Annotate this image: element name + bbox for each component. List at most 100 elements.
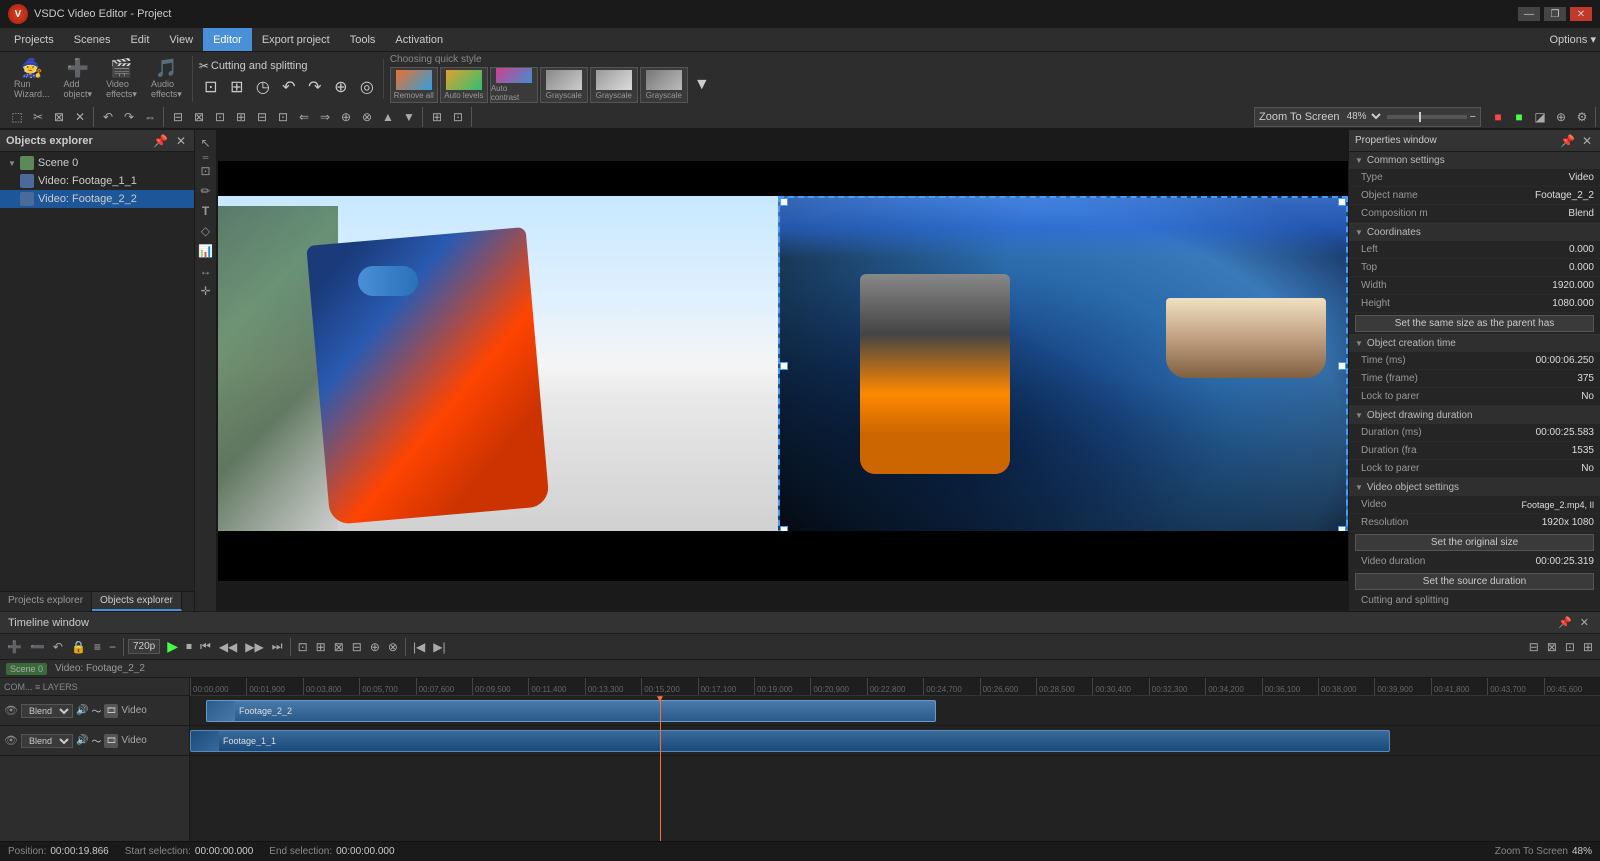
grayscale-btn-3[interactable]: Grayscale bbox=[640, 67, 688, 103]
green-view-btn[interactable]: ■ bbox=[1509, 107, 1529, 127]
add-object-button[interactable]: ➕ Addobject▾ bbox=[58, 56, 99, 102]
dist-h[interactable]: ⇐ bbox=[294, 107, 314, 127]
pointer-tool[interactable]: ↖ bbox=[197, 134, 215, 152]
step-back-btn[interactable]: ◀◀ bbox=[216, 638, 240, 656]
undo-btn[interactable]: ↶ bbox=[98, 107, 118, 127]
tl-layers-btn[interactable]: ≡ bbox=[91, 638, 104, 656]
coordinates-header[interactable]: ▼ Coordinates bbox=[1349, 224, 1600, 241]
flip-h-btn[interactable]: ⇔ bbox=[140, 107, 160, 127]
common-settings-header[interactable]: ▼ Common settings bbox=[1349, 152, 1600, 169]
align-center[interactable]: ⊠ bbox=[189, 107, 209, 127]
move-tool-2[interactable]: ✛ bbox=[197, 282, 215, 300]
handle-mr[interactable] bbox=[1338, 362, 1346, 370]
restore-button[interactable]: ❐ bbox=[1544, 7, 1566, 21]
creation-time-header[interactable]: ▼ Object creation time bbox=[1349, 335, 1600, 352]
tree-item-footage1[interactable]: Video: Footage_1_1 bbox=[0, 172, 194, 190]
edit-tool4[interactable]: ⊕ bbox=[329, 75, 353, 99]
handle-tl[interactable] bbox=[780, 198, 788, 206]
track2-eye[interactable]: 👁 bbox=[4, 734, 18, 747]
tl-add-btn[interactable]: ➕ bbox=[4, 638, 25, 656]
video-settings-header[interactable]: ▼ Video object settings bbox=[1349, 479, 1600, 496]
transform-tool[interactable]: ↔ bbox=[197, 262, 215, 280]
menu-activation[interactable]: Activation bbox=[385, 28, 453, 51]
play-btn[interactable]: ▶ bbox=[164, 636, 181, 657]
set-original-btn[interactable]: Set the original size bbox=[1355, 534, 1594, 551]
quality-selector[interactable]: 720p bbox=[128, 639, 160, 654]
view-btn-4[interactable]: ⊕ bbox=[1551, 107, 1571, 127]
menu-projects[interactable]: Projects bbox=[4, 28, 64, 51]
tab-projects-explorer[interactable]: Projects explorer bbox=[0, 592, 92, 611]
tl-tool2[interactable]: ⊞ bbox=[313, 638, 329, 656]
tl-view2[interactable]: ⊠ bbox=[1544, 638, 1560, 656]
menu-tools[interactable]: Tools bbox=[340, 28, 386, 51]
backward-btn[interactable]: ▼ bbox=[399, 107, 419, 127]
select-tool[interactable]: ⬚ bbox=[7, 107, 27, 127]
tl-view1[interactable]: ⊟ bbox=[1526, 638, 1542, 656]
prev-btn[interactable]: ⏮ bbox=[197, 637, 214, 656]
tree-item-scene[interactable]: ▼ Scene 0 bbox=[0, 154, 194, 172]
view-btn-3[interactable]: ◪ bbox=[1530, 107, 1550, 127]
align-mid[interactable]: ⊟ bbox=[252, 107, 272, 127]
menu-edit[interactable]: Edit bbox=[120, 28, 159, 51]
audio-effects-button[interactable]: 🎵 Audioeffects▾ bbox=[145, 56, 188, 102]
handle-ml[interactable] bbox=[780, 362, 788, 370]
align-left[interactable]: ⊟ bbox=[168, 107, 188, 127]
tl-tool4[interactable]: ⊟ bbox=[349, 638, 365, 656]
next-btn[interactable]: ⏭ bbox=[269, 637, 286, 656]
close-button[interactable]: ✕ bbox=[1570, 7, 1592, 21]
tl-undo-btn[interactable]: ↶ bbox=[50, 638, 66, 656]
edit-tool3[interactable]: ↷ bbox=[303, 75, 327, 99]
set-source-btn[interactable]: Set the source duration bbox=[1355, 573, 1594, 590]
cut-tool-btn[interactable]: ⊡ bbox=[199, 75, 223, 99]
video-effects-button[interactable]: 🎬 Videoeffects▾ bbox=[100, 56, 143, 102]
settings-btn[interactable]: ⚙ bbox=[1572, 107, 1592, 127]
redo-btn[interactable]: ↷ bbox=[119, 107, 139, 127]
tl-close-btn[interactable]: ✕ bbox=[1577, 616, 1592, 629]
remove-all-btn[interactable]: Remove all bbox=[390, 67, 438, 103]
text-tool[interactable]: T bbox=[197, 202, 215, 220]
step-fwd-btn[interactable]: ▶▶ bbox=[242, 638, 266, 656]
fill-tool[interactable]: ⊠ bbox=[49, 107, 69, 127]
menu-export[interactable]: Export project bbox=[252, 28, 340, 51]
dist-v[interactable]: ⇒ bbox=[315, 107, 335, 127]
handle-tr[interactable] bbox=[1338, 198, 1346, 206]
auto-contrast-btn[interactable]: Auto contrast bbox=[490, 67, 538, 103]
drawing-duration-header[interactable]: ▼ Object drawing duration bbox=[1349, 407, 1600, 424]
edit-tool5[interactable]: ◎ bbox=[355, 75, 379, 99]
align-top[interactable]: ⊞ bbox=[231, 107, 251, 127]
tl-lock-btn[interactable]: 🔒 bbox=[68, 638, 89, 656]
pin-button[interactable]: 📌 bbox=[151, 134, 170, 148]
tl-pin-btn[interactable]: 📌 bbox=[1555, 616, 1575, 629]
align-right[interactable]: ⊡ bbox=[210, 107, 230, 127]
chart-tool[interactable]: 📊 bbox=[197, 242, 215, 260]
tl-tool6[interactable]: ⊗ bbox=[385, 638, 401, 656]
tl-vol-down[interactable]: − bbox=[106, 638, 119, 656]
tl-tool3[interactable]: ⊠ bbox=[331, 638, 347, 656]
group-btn[interactable]: ⊕ bbox=[336, 107, 356, 127]
forward-btn[interactable]: ▲ bbox=[378, 107, 398, 127]
more-styles-btn[interactable]: ▼ bbox=[690, 73, 714, 97]
edit-tool2[interactable]: ↶ bbox=[277, 75, 301, 99]
tl-remove-btn[interactable]: ➖ bbox=[27, 638, 48, 656]
same-size-btn[interactable]: Set the same size as the parent has bbox=[1355, 315, 1594, 332]
menu-view[interactable]: View bbox=[159, 28, 203, 51]
props-pin-btn[interactable]: 📌 bbox=[1558, 134, 1577, 148]
tab-objects-explorer[interactable]: Objects explorer bbox=[92, 592, 182, 611]
track2-blend[interactable]: Blend bbox=[21, 734, 73, 748]
zoom-control[interactable]: Zoom To Screen 48% − bbox=[1254, 107, 1481, 127]
clip-footage2[interactable]: Footage_2_2 bbox=[206, 700, 936, 722]
edit-tool1[interactable]: ◷ bbox=[251, 75, 275, 99]
grayscale-btn-1[interactable]: Grayscale bbox=[540, 67, 588, 103]
run-wizard-button[interactable]: 🧙 RunWizard... bbox=[8, 56, 56, 101]
align-bottom[interactable]: ⊡ bbox=[273, 107, 293, 127]
grid-btn[interactable]: ⊡ bbox=[448, 107, 468, 127]
clip-footage1[interactable]: Footage_1_1 bbox=[190, 730, 1390, 752]
snap-btn[interactable]: ⊞ bbox=[427, 107, 447, 127]
red-view-btn[interactable]: ■ bbox=[1488, 107, 1508, 127]
tl-align2[interactable]: ▶| bbox=[430, 638, 448, 656]
move-tool[interactable]: ═ bbox=[197, 154, 215, 160]
tl-tool1[interactable]: ⊡ bbox=[295, 638, 311, 656]
zoom-select[interactable]: 48% bbox=[1343, 110, 1384, 123]
shape-tool[interactable]: ◇ bbox=[197, 222, 215, 240]
crop-tool[interactable]: ⊡ bbox=[197, 162, 215, 180]
